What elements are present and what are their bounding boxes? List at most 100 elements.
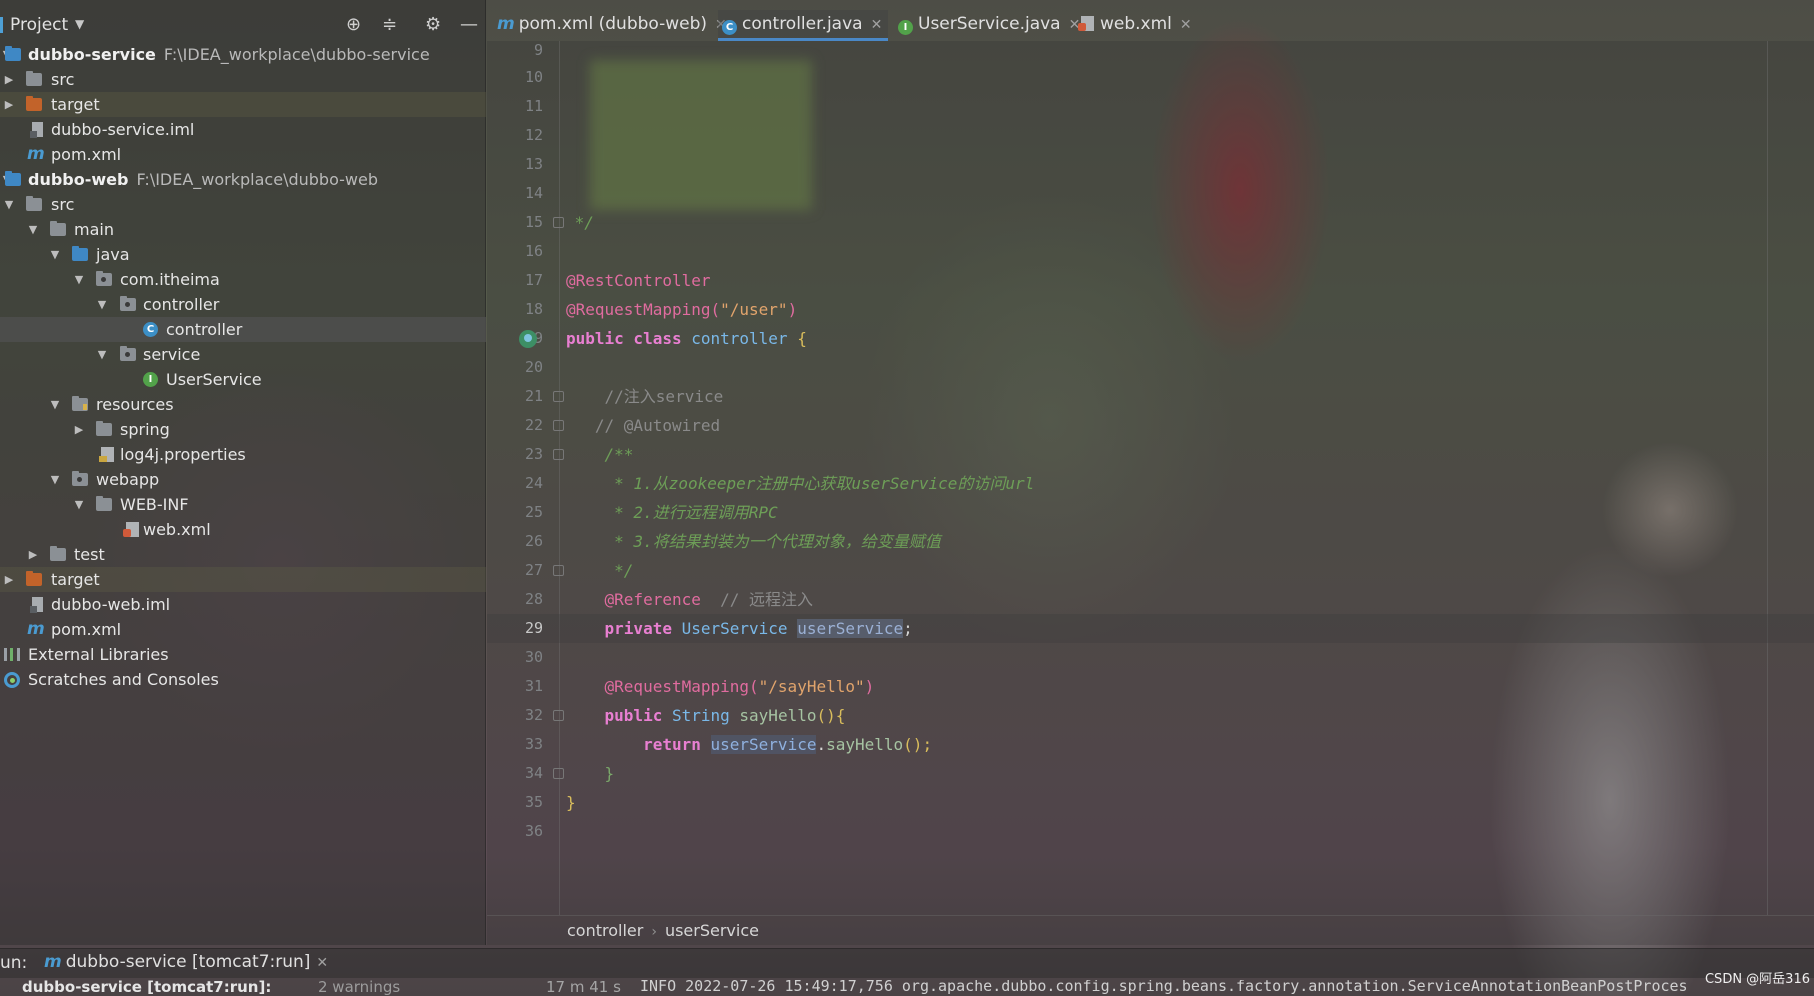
code-text: public class xyxy=(566,329,692,348)
fold-marker[interactable] xyxy=(553,217,564,228)
tree-item-pom[interactable]: m pom.xml xyxy=(0,617,486,642)
tree-item-label: spring xyxy=(120,420,170,439)
tree-item-dubbo-service[interactable]: ▼ dubbo-serviceF:\IDEA_workplace\dubbo-s… xyxy=(0,42,486,67)
fold-marker[interactable] xyxy=(553,768,564,779)
tree-item-service-package[interactable]: ▼ service xyxy=(0,342,486,367)
tree-item-package[interactable]: ▼ com.itheima xyxy=(0,267,486,292)
chevron-down-icon[interactable]: ▼ xyxy=(72,267,86,292)
tree-item-label: web.xml xyxy=(143,520,211,539)
close-icon[interactable]: ✕ xyxy=(1180,17,1192,33)
tree-item-controller-class[interactable]: C controller xyxy=(0,317,486,342)
tree-item-spring[interactable]: ▶ spring xyxy=(0,417,486,442)
close-icon[interactable]: ✕ xyxy=(871,17,883,33)
tree-item-scratches[interactable]: Scratches and Consoles xyxy=(0,667,486,692)
source-folder-icon xyxy=(72,246,88,261)
code-text: { xyxy=(797,329,807,348)
chevron-right-icon: › xyxy=(651,924,657,940)
code-line: 14 xyxy=(487,179,1814,208)
tree-item-web-xml[interactable]: web.xml xyxy=(0,517,486,542)
tree-item-resources[interactable]: ▼ resources xyxy=(0,392,486,417)
tree-item-controller-package[interactable]: ▼ controller xyxy=(0,292,486,317)
chevron-down-icon[interactable]: ▼ xyxy=(48,467,62,492)
chevron-down-icon[interactable]: ▼ xyxy=(95,292,109,317)
breadcrumb-item[interactable]: controller xyxy=(567,921,643,940)
tree-item-test[interactable]: ▶ test xyxy=(0,542,486,567)
code-text: . xyxy=(816,735,827,754)
line-number: 32 xyxy=(524,706,543,724)
chevron-right-icon[interactable]: ▶ xyxy=(2,567,16,592)
tree-item-iml[interactable]: dubbo-service.iml xyxy=(0,117,486,142)
code-line: 34 } xyxy=(487,759,1814,788)
chevron-right-icon[interactable]: ▶ xyxy=(26,542,40,567)
line-number: 14 xyxy=(524,184,543,202)
code-text: (); xyxy=(903,735,933,754)
tree-item-external-libraries[interactable]: External Libraries xyxy=(0,642,486,667)
tree-item-target[interactable]: ▶ target xyxy=(0,567,486,592)
tree-item-log4j[interactable]: log4j.properties xyxy=(0,442,486,467)
code-text: "/sayHello" xyxy=(758,677,865,696)
tree-item-src[interactable]: ▶ src xyxy=(0,67,486,92)
minimize-icon[interactable]: — xyxy=(460,13,478,37)
xml-icon xyxy=(1078,16,1094,31)
line-number: 23 xyxy=(524,445,543,463)
run-tab[interactable]: m dubbo-service [tomcat7:run] ✕ xyxy=(44,952,328,972)
code-line: 13 xyxy=(487,150,1814,179)
fold-marker[interactable] xyxy=(553,449,564,460)
close-icon[interactable]: ✕ xyxy=(316,955,328,971)
code-text: @RequestMapping( xyxy=(566,677,759,696)
tree-item-java[interactable]: ▼ java xyxy=(0,242,486,267)
line-number: 29 xyxy=(524,619,543,637)
tree-item-label: UserService xyxy=(166,370,262,389)
tree-item-target[interactable]: ▶ target xyxy=(0,92,486,117)
chevron-down-icon[interactable]: ▼ xyxy=(48,392,62,417)
xml-file-icon xyxy=(123,522,139,537)
target-icon[interactable]: ⊕ xyxy=(346,13,361,37)
code-line: 22 // @Autowired xyxy=(487,411,1814,440)
line-number: 21 xyxy=(524,387,543,405)
tree-item-webapp[interactable]: ▼ webapp xyxy=(0,467,486,492)
run-tree-item[interactable]: dubbo-service [tomcat7:run]: xyxy=(22,980,271,996)
code-text: * 1.从zookeeper注册中心获取userService的访问url xyxy=(566,474,1035,493)
code-text: //注入service xyxy=(566,387,724,406)
tree-item-userservice[interactable]: I UserService xyxy=(0,367,486,392)
fold-marker[interactable] xyxy=(553,710,564,721)
code-text: } xyxy=(566,764,615,783)
warnings-count: 2 warnings xyxy=(318,980,401,996)
chevron-down-icon[interactable]: ▼ xyxy=(26,217,40,242)
chevron-right-icon[interactable]: ▶ xyxy=(72,417,86,442)
chevron-down-icon[interactable]: ▼ xyxy=(2,192,16,217)
code-text: ) xyxy=(787,300,798,319)
excluded-folder-icon xyxy=(26,96,42,111)
fold-marker[interactable] xyxy=(553,391,564,402)
tree-item-dubbo-web[interactable]: ▼ dubbo-webF:\IDEA_workplace\dubbo-web xyxy=(0,167,486,192)
project-icon xyxy=(0,17,3,33)
tree-item-pom[interactable]: m pom.xml xyxy=(0,142,486,167)
collapse-all-icon[interactable]: ≑ xyxy=(382,13,397,37)
tree-item-main[interactable]: ▼ main xyxy=(0,217,486,242)
breadcrumb-item[interactable]: userService xyxy=(665,921,759,940)
tree-item-src[interactable]: ▼ src xyxy=(0,192,486,217)
line-number: 18 xyxy=(524,300,543,318)
tree-item-web-inf[interactable]: ▼ WEB-INF xyxy=(0,492,486,517)
properties-file-icon xyxy=(99,447,114,462)
code-text: @RestController xyxy=(566,271,711,290)
code-text: */ xyxy=(565,213,594,232)
project-panel-title[interactable]: Project xyxy=(10,15,68,35)
tab-label: pom.xml (dubbo-web) xyxy=(518,14,708,34)
chevron-right-icon[interactable]: ▶ xyxy=(2,92,16,117)
fold-marker[interactable] xyxy=(553,420,564,431)
gear-icon[interactable]: ⚙ xyxy=(425,13,441,37)
code-text: private xyxy=(566,619,682,638)
code-line: 21 //注入service xyxy=(487,382,1814,411)
chevron-down-icon[interactable]: ▼ xyxy=(48,242,62,267)
spring-bean-icon[interactable] xyxy=(519,330,537,348)
tree-item-iml[interactable]: dubbo-web.iml xyxy=(0,592,486,617)
fold-marker[interactable] xyxy=(553,565,564,576)
maven-icon: m xyxy=(27,619,45,639)
chevron-down-icon[interactable]: ▼ xyxy=(95,342,109,367)
chevron-down-icon[interactable]: ▼ xyxy=(75,17,84,31)
line-number: 33 xyxy=(524,735,543,753)
chevron-down-icon[interactable]: ▼ xyxy=(72,492,86,517)
line-number: 30 xyxy=(524,648,543,666)
chevron-right-icon[interactable]: ▶ xyxy=(2,67,16,92)
